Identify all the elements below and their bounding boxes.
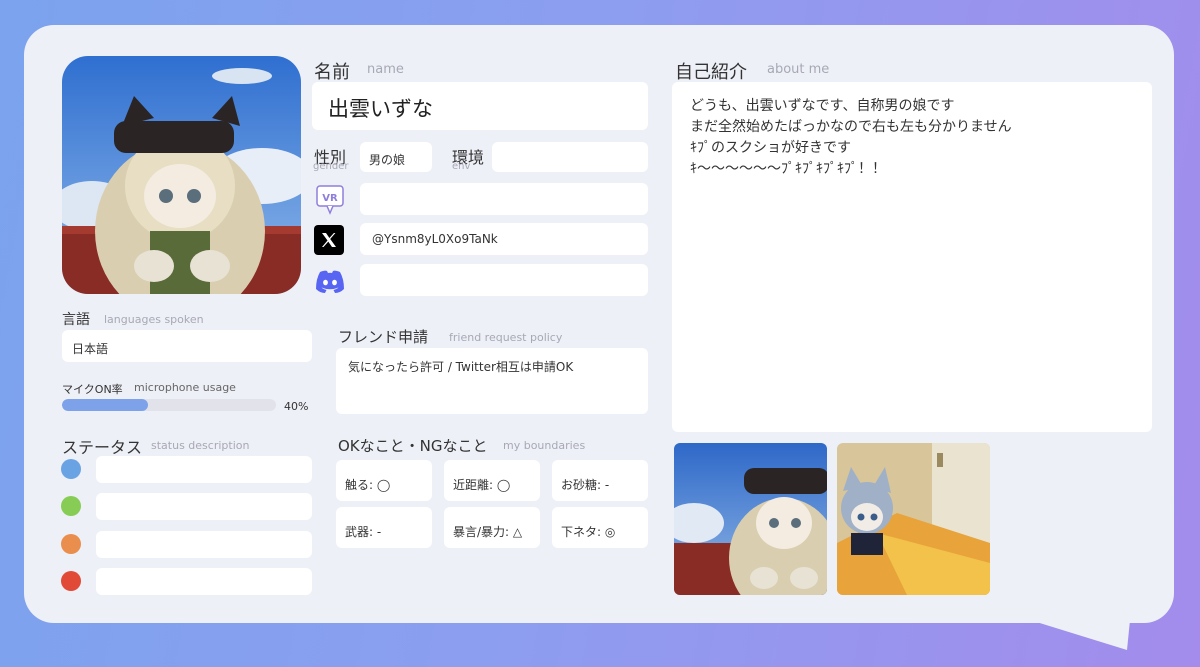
status-description-field[interactable] (96, 568, 312, 595)
about-sub-label: about me (767, 62, 830, 77)
vrchat-icon: VR (314, 184, 346, 216)
svg-text:VR: VR (322, 193, 338, 204)
about-line: まだ全然始めたばっかなので右も左も分かりません (690, 119, 1012, 135)
status-sub-label: status description (151, 439, 250, 452)
gender-sub-label: gender (313, 161, 349, 172)
x-field[interactable]: @Ysnm8yL0Xo9TaNk (360, 223, 648, 255)
vrchat-field[interactable] (360, 183, 648, 215)
boundary-item: 近距離: ◯ (444, 460, 540, 501)
status-description-field[interactable] (96, 493, 312, 520)
x-icon (314, 225, 344, 255)
about-field[interactable]: どうも、出雲いずなです、自称男の娘ですまだ全然始めたばっかなので右も左も分かりま… (672, 82, 1152, 432)
env-sub-label: env (452, 161, 471, 172)
mic-label: マイクON率 (62, 383, 123, 396)
friend-policy-field[interactable]: 気になったら許可 / Twitter相互は申請OK (336, 348, 648, 414)
status-color-dot (61, 459, 81, 479)
languages-sub-label: languages spoken (104, 313, 204, 326)
status-color-dot (61, 534, 81, 554)
friend-sub-label: friend request policy (449, 331, 563, 344)
boundary-item: 触る: ◯ (336, 460, 432, 501)
speech-bubble-tail (1030, 620, 1130, 650)
mic-progress-bar (62, 399, 276, 411)
name-value: 出雲いずな (328, 97, 433, 121)
languages-label: 言語 (62, 312, 90, 328)
name-sub-label: name (367, 62, 404, 77)
boundary-item: 暴言/暴力: △ (444, 507, 540, 548)
boundaries-sub-label: my boundaries (503, 439, 586, 452)
gender-field[interactable]: 男の娘 (360, 142, 432, 172)
languages-field[interactable]: 日本語 (62, 330, 312, 362)
boundary-item: 下ネタ: ◎ (552, 507, 648, 548)
discord-icon (314, 266, 346, 298)
boundary-item: 武器: - (336, 507, 432, 548)
env-field[interactable] (492, 142, 648, 172)
x-value: @Ysnm8yL0Xo9TaNk (372, 232, 498, 246)
discord-field[interactable] (360, 264, 648, 296)
about-line: ｷ〜〜〜〜〜〜ﾌﾟｷﾌﾟｷﾌﾟｷﾌﾟ！！ (690, 161, 886, 177)
languages-value: 日本語 (72, 342, 109, 356)
about-line: どうも、出雲いずなです、自称男の娘です (690, 98, 955, 114)
boundary-item: お砂糖: - (552, 460, 648, 501)
status-color-dot (61, 496, 81, 516)
thumbnail-1[interactable] (674, 443, 827, 595)
friend-label: フレンド申請 (338, 328, 429, 346)
avatar-photo (62, 56, 301, 294)
thumbnail-2[interactable] (837, 443, 990, 595)
friend-policy-value: 気になったら許可 / Twitter相互は申請OK (348, 360, 574, 374)
name-field[interactable]: 出雲いずな (312, 82, 648, 130)
gender-value: 男の娘 (369, 153, 406, 167)
status-description-field[interactable] (96, 531, 312, 558)
status-description-field[interactable] (96, 456, 312, 483)
name-label: 名前 (314, 62, 350, 83)
mic-progress-fill (62, 399, 148, 411)
status-label: ステータス (62, 438, 143, 457)
mic-percent: 40% (284, 400, 309, 413)
about-line: ｷﾌﾟのスクショが好きです (690, 140, 851, 156)
boundaries-label: OKなこと・NGなこと (338, 437, 488, 455)
about-text: どうも、出雲いずなです、自称男の娘ですまだ全然始めたばっかなので右も左も分かりま… (690, 96, 1012, 180)
about-label: 自己紹介 (675, 62, 747, 83)
mic-sub-label: microphone usage (134, 381, 236, 394)
status-color-dot (61, 571, 81, 591)
